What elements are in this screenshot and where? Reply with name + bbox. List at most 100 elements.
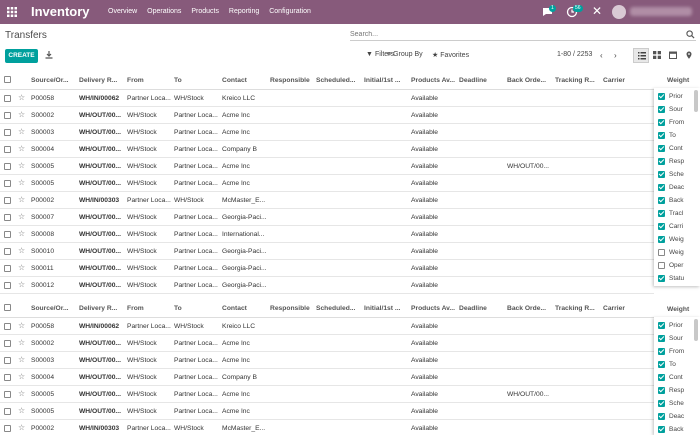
- column-header-to[interactable]: To: [174, 77, 220, 84]
- app-title[interactable]: Inventory: [31, 4, 90, 19]
- row-checkbox[interactable]: [4, 231, 11, 238]
- checked-checkbox[interactable]: [658, 210, 665, 217]
- map-view-button[interactable]: [681, 48, 697, 63]
- menu-reporting[interactable]: Reporting: [229, 8, 259, 15]
- dropdown-scrollbar-repeat[interactable]: [694, 319, 698, 341]
- priority-star-icon[interactable]: ☆: [18, 229, 25, 238]
- column-header-delivery-ref[interactable]: Delivery R...: [79, 77, 125, 84]
- table-row[interactable]: ☆ S00011 WH/OUT/00... WH/Stock Partner Loca.…: [0, 260, 654, 277]
- checked-checkbox[interactable]: [658, 348, 665, 355]
- table-row[interactable]: ☆ S00004 WH/OUT/00... WH/Stock Partner Loca.…: [0, 141, 654, 158]
- row-checkbox[interactable]: [4, 197, 11, 204]
- download-icon[interactable]: [44, 50, 54, 60]
- priority-star-icon[interactable]: ☆: [18, 280, 25, 289]
- priority-star-icon[interactable]: ☆: [18, 423, 25, 432]
- checked-checkbox[interactable]: [658, 119, 665, 126]
- user-name-blurred[interactable]: [630, 7, 692, 16]
- column-header-scheduled[interactable]: Scheduled...: [316, 305, 362, 312]
- row-checkbox[interactable]: [4, 391, 11, 398]
- pager-prev-icon[interactable]: ‹: [600, 51, 603, 60]
- table-row[interactable]: ☆ S00002 WH/OUT/00... WH/Stock Partner Loca.…: [0, 335, 654, 352]
- row-checkbox[interactable]: [4, 323, 11, 330]
- column-header-initial-demand[interactable]: Initial/1st ...: [364, 305, 410, 312]
- pager-value[interactable]: 1-80 / 2253: [557, 51, 592, 58]
- priority-star-icon[interactable]: ☆: [18, 93, 25, 102]
- priority-star-icon[interactable]: ☆: [18, 372, 25, 381]
- checked-checkbox[interactable]: [658, 361, 665, 368]
- column-header-source[interactable]: Source/Or...: [31, 305, 77, 312]
- column-header-to[interactable]: To: [174, 305, 220, 312]
- priority-star-icon[interactable]: ☆: [18, 178, 25, 187]
- column-header-contact[interactable]: Contact: [222, 305, 268, 312]
- row-checkbox[interactable]: [4, 408, 11, 415]
- checked-checkbox[interactable]: [658, 400, 665, 407]
- priority-star-icon[interactable]: ☆: [18, 389, 25, 398]
- menu-configuration[interactable]: Configuration: [269, 8, 311, 15]
- unchecked-checkbox[interactable]: [658, 262, 665, 269]
- priority-star-icon[interactable]: ☆: [18, 246, 25, 255]
- column-header-deadline[interactable]: Deadline: [459, 305, 505, 312]
- pager-next-icon[interactable]: ›: [614, 51, 617, 60]
- row-checkbox[interactable]: [4, 340, 11, 347]
- priority-star-icon[interactable]: ☆: [18, 144, 25, 153]
- column-header-products-availability[interactable]: Products Av...: [411, 77, 457, 84]
- select-all-checkbox[interactable]: [4, 76, 11, 83]
- column-header-responsible[interactable]: Responsible: [270, 305, 316, 312]
- row-checkbox[interactable]: [4, 425, 11, 432]
- table-row[interactable]: ☆ S00004 WH/OUT/00... WH/Stock Partner Loca.…: [0, 369, 654, 386]
- menu-products[interactable]: Products: [191, 8, 219, 15]
- row-checkbox[interactable]: [4, 146, 11, 153]
- close-icon[interactable]: ✕: [592, 4, 602, 18]
- checked-checkbox[interactable]: [658, 93, 665, 100]
- checked-checkbox[interactable]: [658, 236, 665, 243]
- row-checkbox[interactable]: [4, 129, 11, 136]
- table-row[interactable]: ☆ P00058 WH/IN/00062 Partner Loca... WH/Stoc…: [0, 318, 654, 335]
- checked-checkbox[interactable]: [658, 197, 665, 204]
- search-input[interactable]: [350, 29, 680, 40]
- row-checkbox[interactable]: [4, 163, 11, 170]
- table-row[interactable]: ☆ S00007 WH/OUT/00... WH/Stock Partner Loca.…: [0, 209, 654, 226]
- unchecked-checkbox[interactable]: [658, 249, 665, 256]
- table-row[interactable]: ☆ P00002 WH/IN/00303 Partner Loca... WH/Stoc…: [0, 420, 654, 435]
- table-row[interactable]: ☆ S00005 WH/OUT/00... WH/Stock Partner Loca.…: [0, 175, 654, 192]
- row-checkbox[interactable]: [4, 95, 11, 102]
- table-row[interactable]: ☆ P00058 WH/IN/00062 Partner Loca... WH/Stoc…: [0, 90, 654, 107]
- row-checkbox[interactable]: [4, 374, 11, 381]
- column-header-deadline[interactable]: Deadline: [459, 77, 505, 84]
- table-row[interactable]: ☆ S00005 WH/OUT/00... WH/Stock Partner Loca.…: [0, 403, 654, 420]
- checked-checkbox[interactable]: [658, 171, 665, 178]
- checked-checkbox[interactable]: [658, 106, 665, 113]
- table-row[interactable]: ☆ S00002 WH/OUT/00... WH/Stock Partner Loca.…: [0, 107, 654, 124]
- priority-star-icon[interactable]: ☆: [18, 263, 25, 272]
- menu-operations[interactable]: Operations: [147, 8, 181, 15]
- priority-star-icon[interactable]: ☆: [18, 355, 25, 364]
- priority-star-icon[interactable]: ☆: [18, 212, 25, 221]
- column-header-tracking-ref[interactable]: Tracking R...: [555, 305, 601, 312]
- table-row[interactable]: ☆ S00012 WH/OUT/00... WH/Stock Partner Loca.…: [0, 277, 654, 294]
- priority-star-icon[interactable]: ☆: [18, 321, 25, 330]
- row-checkbox[interactable]: [4, 112, 11, 119]
- checked-checkbox[interactable]: [658, 387, 665, 394]
- list-view-button[interactable]: [633, 48, 649, 63]
- checked-checkbox[interactable]: [658, 145, 665, 152]
- priority-star-icon[interactable]: ☆: [18, 406, 25, 415]
- group-by-button[interactable]: ≡ Group By: [387, 51, 423, 58]
- column-header-delivery-ref[interactable]: Delivery R...: [79, 305, 125, 312]
- search-icon[interactable]: [686, 30, 695, 39]
- priority-star-icon[interactable]: ☆: [18, 110, 25, 119]
- priority-star-icon[interactable]: ☆: [18, 195, 25, 204]
- column-header-source[interactable]: Source/Or...: [31, 77, 77, 84]
- avatar[interactable]: [612, 5, 626, 19]
- row-checkbox[interactable]: [4, 180, 11, 187]
- table-row[interactable]: ☆ S00003 WH/OUT/00... WH/Stock Partner Loca.…: [0, 124, 654, 141]
- column-header-weight[interactable]: Weight: [667, 77, 689, 84]
- checked-checkbox[interactable]: [658, 223, 665, 230]
- checked-checkbox[interactable]: [658, 158, 665, 165]
- table-row[interactable]: ☆ S00003 WH/OUT/00... WH/Stock Partner Loca.…: [0, 352, 654, 369]
- column-header-contact[interactable]: Contact: [222, 77, 268, 84]
- column-header-initial-demand[interactable]: Initial/1st ...: [364, 77, 410, 84]
- row-checkbox[interactable]: [4, 357, 11, 364]
- priority-star-icon[interactable]: ☆: [18, 127, 25, 136]
- menu-overview[interactable]: Overview: [108, 8, 137, 15]
- table-row[interactable]: ☆ S00008 WH/OUT/00... WH/Stock Partner Loca.…: [0, 226, 654, 243]
